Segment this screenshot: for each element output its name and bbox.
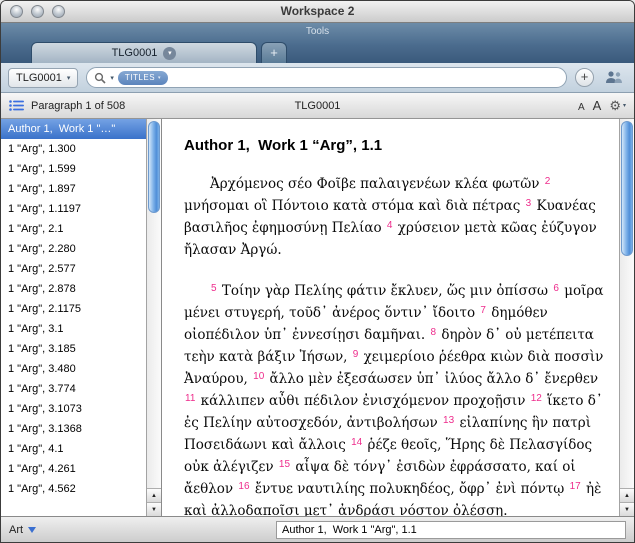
- scroll-down-icon[interactable]: ▼: [147, 502, 161, 516]
- sidebar-scroll-arrows: ▲ ▼: [147, 488, 161, 516]
- line-number: 2: [544, 176, 552, 187]
- sidebar-item[interactable]: 1 "Arg", 2.878: [1, 279, 146, 299]
- scroll-up-icon[interactable]: ▲: [620, 488, 634, 502]
- sidebar-item[interactable]: 1 "Arg", 2.280: [1, 239, 146, 259]
- window-controls: [10, 5, 65, 18]
- greek-paragraph: 5 Τοίην γὰρ Πελίης φάτιν ἔκλυεν, ὥς μιν …: [184, 281, 605, 516]
- sidebar-item[interactable]: 1 "Arg", 2.577: [1, 259, 146, 279]
- gear-menu-button[interactable]: ⚙ ▾: [609, 98, 626, 114]
- sidebar-item[interactable]: 1 "Arg", 2.1175: [1, 299, 146, 319]
- line-number: 17: [569, 481, 582, 492]
- document-title: Author 1, Work 1 “Arg”, 1.1: [184, 137, 605, 154]
- toolbar-title: Tools: [1, 23, 634, 37]
- chevron-down-icon: ▾: [623, 102, 626, 109]
- line-number: 9: [352, 349, 360, 360]
- search-icon[interactable]: [94, 72, 106, 84]
- sidebar-item[interactable]: 1 "Arg", 4.261: [1, 459, 146, 479]
- window-titlebar: Workspace 2: [1, 1, 634, 23]
- sidebar-item[interactable]: 1 "Arg", 3.185: [1, 339, 146, 359]
- sidebar-scrollbar[interactable]: ▲ ▼: [146, 119, 161, 516]
- document-pane: Author 1, Work 1 “Arg”, 1.1 Ἀρχόμενος σέ…: [162, 119, 634, 516]
- sidebar-item[interactable]: 1 "Arg", 1.897: [1, 179, 146, 199]
- sidebar-item[interactable]: 1 "Arg", 3.774: [1, 379, 146, 399]
- new-tab-button[interactable]: +: [261, 42, 287, 63]
- search-field[interactable]: ▾ TITLES ▾: [86, 67, 567, 88]
- sidebar-item[interactable]: 1 "Arg", 3.480: [1, 359, 146, 379]
- corpus-dropdown[interactable]: TLG0001 ▾: [8, 68, 78, 88]
- sidebar-item[interactable]: 1 "Arg", 1.300: [1, 139, 146, 159]
- sidebar-item[interactable]: Author 1, Work 1 "…": [1, 119, 146, 139]
- line-number: 3: [525, 198, 533, 209]
- toolbar-area: Tools TLG0001 ▾ +: [1, 23, 634, 63]
- line-number: 15: [278, 459, 291, 470]
- citation-field[interactable]: [276, 521, 626, 539]
- search-input[interactable]: [172, 71, 559, 85]
- chevron-down-icon: ▾: [67, 74, 71, 82]
- document-paragraphs: Ἀρχόμενος σέο Φοῖβε παλαιγενέων κλέα φωτ…: [184, 174, 605, 516]
- sidebar: Author 1, Work 1 "…"1 "Arg", 1.3001 "Arg…: [1, 119, 162, 516]
- sidebar-item[interactable]: 1 "Arg", 4.1: [1, 439, 146, 459]
- sidebar-item[interactable]: 1 "Arg", 4.562: [1, 479, 146, 499]
- titles-token-label: TITLES: [125, 73, 155, 82]
- chevron-down-icon: ▾: [158, 75, 161, 81]
- line-number: 7: [479, 305, 487, 316]
- minimize-button-icon[interactable]: [31, 5, 44, 18]
- scroll-down-icon[interactable]: ▼: [620, 502, 634, 516]
- line-number: 8: [430, 327, 438, 338]
- sidebar-list: Author 1, Work 1 "…"1 "Arg", 1.3001 "Arg…: [1, 119, 146, 516]
- document: Author 1, Work 1 “Arg”, 1.1 Ἀρχόμενος σέ…: [162, 119, 619, 516]
- font-smaller-button[interactable]: A: [578, 102, 585, 113]
- document-scrollbar-thumb[interactable]: [621, 121, 633, 256]
- line-number: 16: [237, 481, 250, 492]
- line-number: 13: [442, 415, 455, 426]
- authors-browser-icon[interactable]: [601, 68, 627, 88]
- titles-token[interactable]: TITLES ▾: [118, 71, 168, 85]
- sidebar-item[interactable]: 1 "Arg", 3.1368: [1, 419, 146, 439]
- close-button-icon[interactable]: [10, 5, 23, 18]
- line-number: 12: [530, 393, 543, 404]
- content-area: Author 1, Work 1 "…"1 "Arg", 1.3001 "Arg…: [1, 119, 634, 516]
- line-number: 6: [552, 283, 560, 294]
- tab-label: TLG0001: [112, 47, 158, 59]
- document-scrollbar[interactable]: ▲ ▼: [619, 119, 634, 516]
- app-window: Workspace 2 Tools TLG0001 ▾ + TLG0001 ▾ …: [0, 0, 635, 543]
- art-selector-chevron-icon[interactable]: [28, 527, 36, 533]
- search-toolbar: TLG0001 ▾ ▾ TITLES ▾ +: [1, 63, 634, 93]
- sidebar-item[interactable]: 1 "Arg", 1.1197: [1, 199, 146, 219]
- tab-tlg0001[interactable]: TLG0001 ▾: [31, 42, 257, 63]
- line-number: 10: [252, 371, 265, 382]
- corpus-dropdown-label: TLG0001: [16, 72, 62, 84]
- tab-menu-icon[interactable]: ▾: [163, 47, 176, 60]
- line-number: 5: [210, 283, 218, 294]
- font-larger-button[interactable]: A: [593, 98, 602, 113]
- paragraph-status: Paragraph 1 of 508: [31, 100, 125, 112]
- line-number: 11: [184, 393, 196, 404]
- view-header: Paragraph 1 of 508 TLG0001 A A ⚙ ▾: [1, 93, 634, 119]
- sidebar-item[interactable]: 1 "Arg", 1.599: [1, 159, 146, 179]
- greek-paragraph: Ἀρχόμενος σέο Φοῖβε παλαιγενέων κλέα φωτ…: [184, 174, 605, 261]
- search-scope-chevron-icon[interactable]: ▾: [110, 74, 114, 82]
- line-number: 4: [386, 220, 394, 231]
- sidebar-item[interactable]: 1 "Arg", 3.1: [1, 319, 146, 339]
- sidebar-scrollbar-thumb[interactable]: [148, 121, 160, 213]
- add-tab-button[interactable]: +: [575, 68, 594, 87]
- scroll-up-icon[interactable]: ▲: [147, 488, 161, 502]
- art-selector-label[interactable]: Art: [9, 524, 23, 536]
- window-title: Workspace 2: [1, 1, 634, 22]
- status-bar: Art: [1, 516, 634, 542]
- zoom-button-icon[interactable]: [52, 5, 65, 18]
- document-scroll-arrows: ▲ ▼: [620, 488, 634, 516]
- sidebar-item[interactable]: 1 "Arg", 3.1073: [1, 399, 146, 419]
- line-number: 14: [350, 437, 363, 448]
- paragraph-list-icon[interactable]: [9, 100, 24, 111]
- gear-icon: ⚙: [609, 98, 621, 114]
- sidebar-item[interactable]: 1 "Arg", 2.1: [1, 219, 146, 239]
